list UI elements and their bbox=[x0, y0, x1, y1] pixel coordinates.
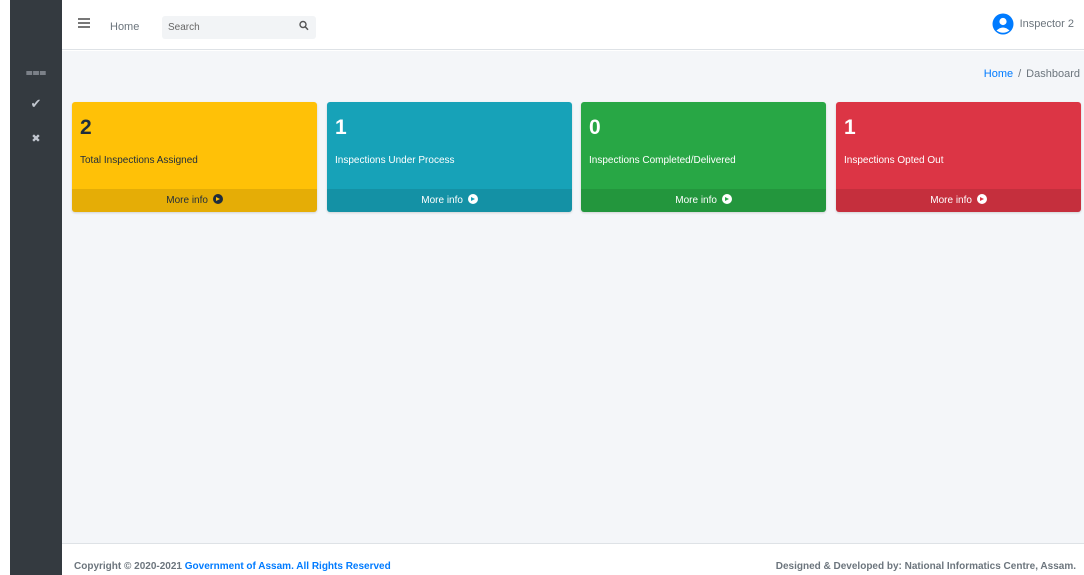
completed-delivered-card: 0 Inspections Completed/Delivered More i… bbox=[581, 102, 826, 212]
check-icon[interactable]: ✔ bbox=[10, 97, 62, 113]
card-label: Inspections Under Process bbox=[335, 155, 455, 166]
more-info-label: More info bbox=[930, 195, 972, 206]
main-content: Home / Dashboard 2 Total Inspections Assig… bbox=[62, 51, 1084, 543]
total-assigned-card: 2 Total Inspections Assigned More info bbox=[72, 102, 317, 212]
card-value: 0 bbox=[589, 116, 601, 139]
more-info-link[interactable]: More info bbox=[327, 189, 572, 212]
breadcrumb-home-link[interactable]: Home bbox=[984, 68, 1013, 80]
more-info-link[interactable]: More info bbox=[581, 189, 826, 212]
card-value: 1 bbox=[844, 116, 856, 139]
breadcrumb-current: Dashboard bbox=[1026, 68, 1080, 80]
government-link[interactable]: Government of Assam. All Rights Reserved bbox=[185, 561, 391, 572]
opted-out-card: 1 Inspections Opted Out More info bbox=[836, 102, 1081, 212]
tasks-icon[interactable]: ⩶ bbox=[10, 64, 62, 80]
more-info-link[interactable]: More info bbox=[836, 189, 1081, 212]
more-info-link[interactable]: More info bbox=[72, 189, 317, 212]
search-input[interactable]: Search bbox=[162, 16, 316, 39]
nav-home-link[interactable]: Home bbox=[110, 21, 139, 33]
hamburger-menu-icon[interactable] bbox=[78, 18, 90, 28]
breadcrumb-separator: / bbox=[1018, 68, 1022, 80]
footer-copyright: Copyright © 2020-2021 Government of Assa… bbox=[74, 561, 391, 572]
card-label: Total Inspections Assigned bbox=[80, 155, 198, 166]
sidebar: ⩶ ✔ ✖ bbox=[10, 0, 62, 575]
card-value: 2 bbox=[80, 116, 92, 139]
copyright-text: Copyright © 2020-2021 bbox=[74, 561, 185, 572]
card-label: Inspections Completed/Delivered bbox=[589, 155, 736, 166]
card-value: 1 bbox=[335, 116, 347, 139]
more-info-label: More info bbox=[166, 195, 208, 206]
breadcrumb: Home / Dashboard bbox=[984, 68, 1080, 80]
times-icon[interactable]: ✖ bbox=[10, 131, 62, 147]
under-process-card: 1 Inspections Under Process More info bbox=[327, 102, 572, 212]
arrow-circle-right-icon bbox=[721, 194, 732, 204]
footer: Copyright © 2020-2021 Government of Assa… bbox=[62, 543, 1084, 575]
search-placeholder: Search bbox=[168, 22, 200, 33]
more-info-label: More info bbox=[675, 195, 717, 206]
more-info-label: More info bbox=[421, 195, 463, 206]
user-menu[interactable]: Inspector 2 bbox=[992, 12, 1074, 36]
footer-developer: Designed & Developed by: National Inform… bbox=[775, 561, 1076, 572]
top-navbar: Home Search Inspector 2 bbox=[62, 0, 1084, 50]
card-label: Inspections Opted Out bbox=[844, 155, 944, 166]
user-name[interactable]: Inspector 2 bbox=[1020, 18, 1074, 30]
arrow-circle-right-icon bbox=[467, 194, 478, 204]
arrow-circle-right-icon bbox=[212, 194, 223, 204]
arrow-circle-right-icon bbox=[976, 194, 987, 204]
search-icon[interactable] bbox=[299, 20, 309, 32]
user-avatar-icon bbox=[992, 13, 1014, 35]
